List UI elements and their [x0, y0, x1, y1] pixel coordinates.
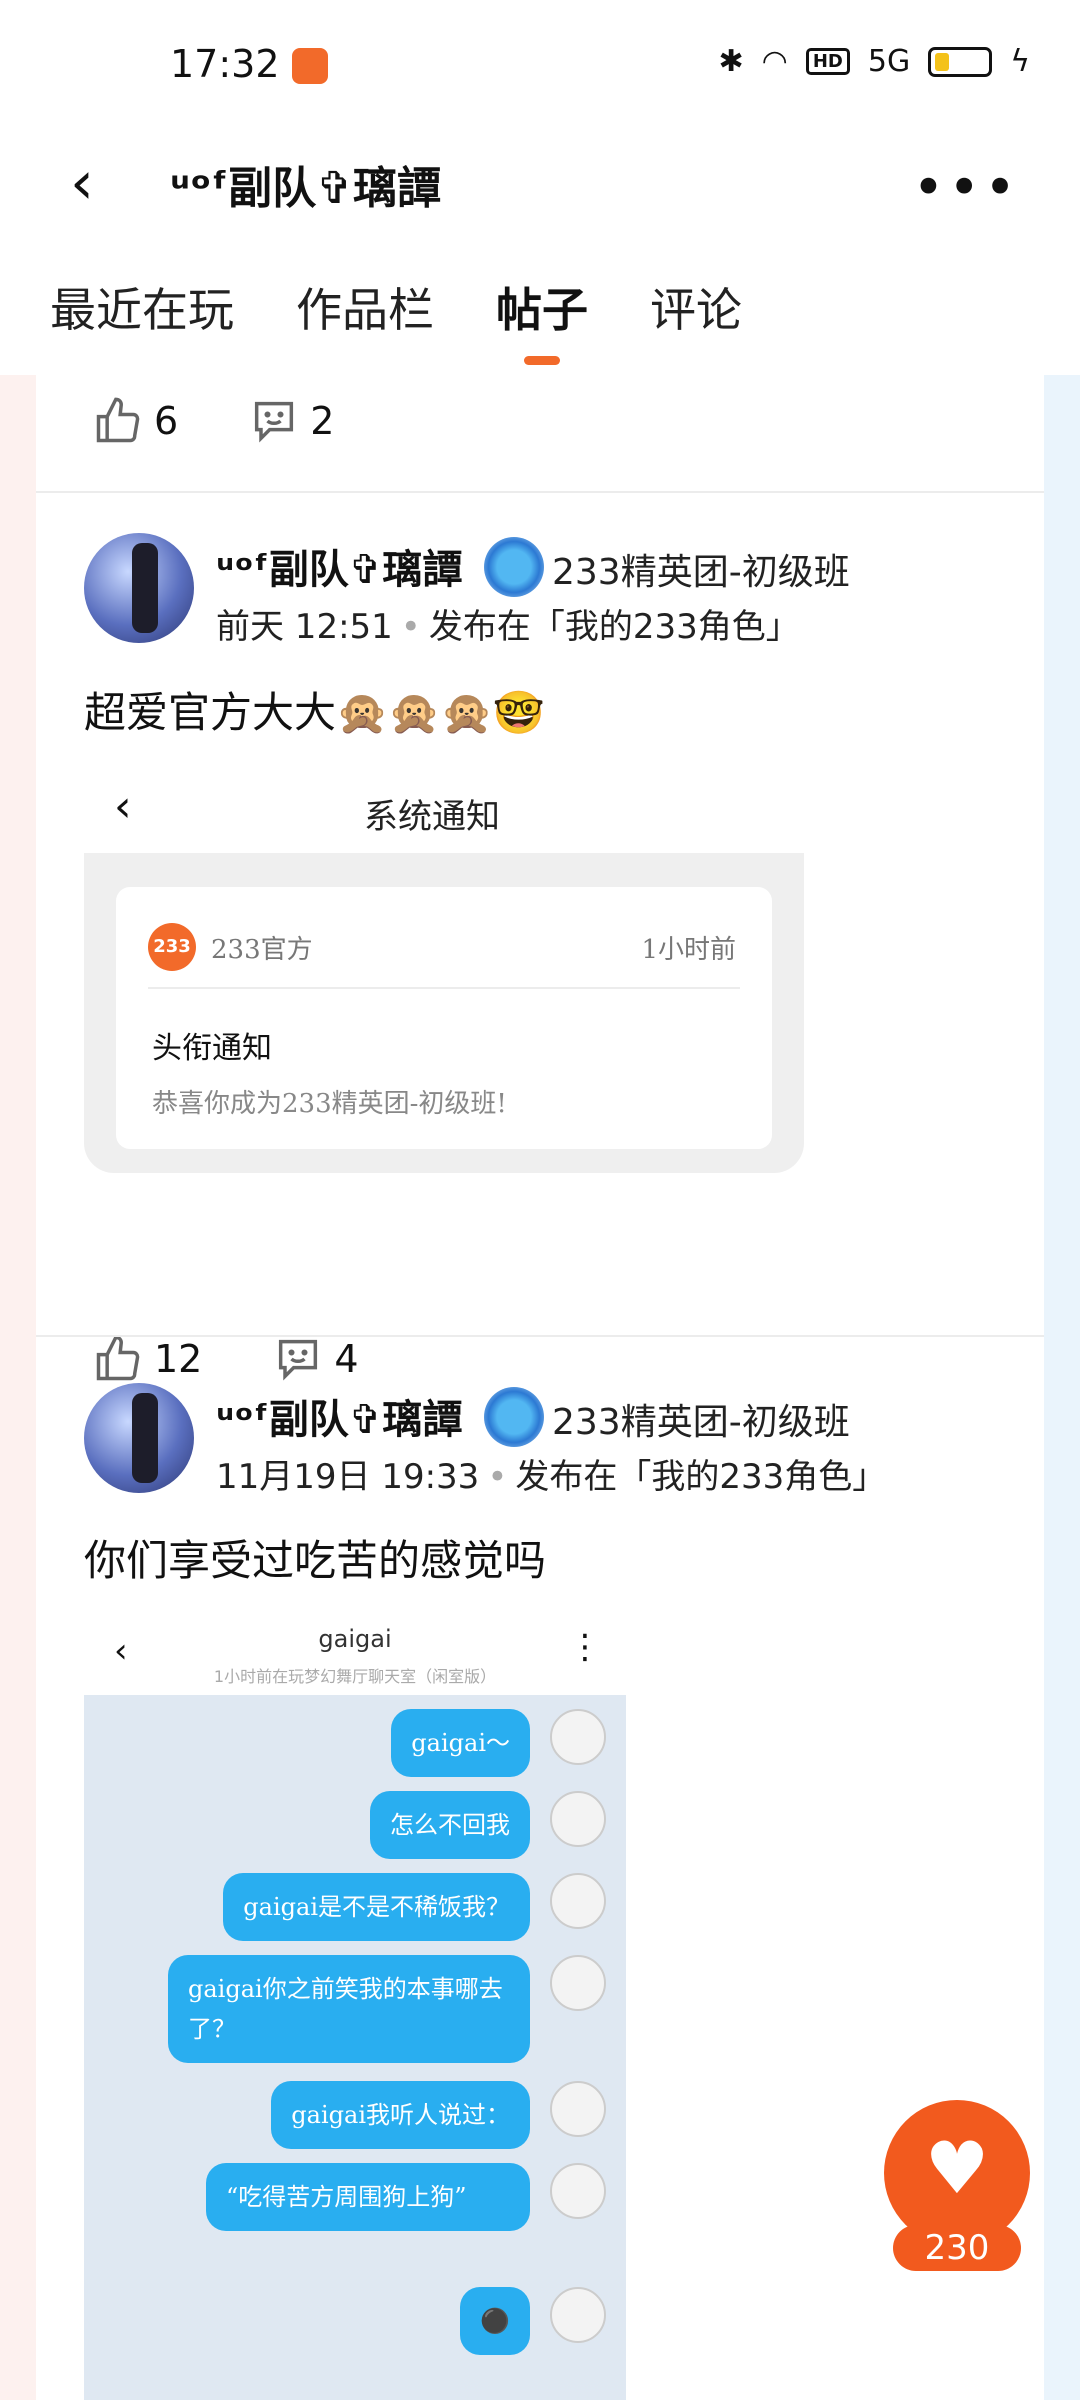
chat-bubble: ⚫ — [460, 2287, 530, 2355]
tab-bar: 最近在玩 作品栏 帖子 评论 — [0, 255, 1080, 375]
more-icon: ••• — [912, 156, 1020, 219]
post-meta: 前天 12:51 • 发布在「我的233角色」 — [216, 607, 800, 647]
notification-heading: 头衔通知 — [152, 1031, 272, 1066]
chat-avatar — [550, 2081, 606, 2137]
battery-icon — [928, 46, 993, 77]
post-time: 前天 12:51 — [216, 607, 393, 647]
logo-233-icon: 233 — [148, 923, 196, 971]
header: ‹ ᵘᵒᶠ副队✞璃譚 ••• — [0, 130, 1080, 240]
chat-bubble: gaigai～ — [391, 1709, 530, 1777]
previous-post-actions: 6 2 — [92, 395, 394, 447]
5g-signal-icon: 5G — [867, 44, 911, 79]
badge-icon — [484, 1387, 544, 1447]
author-name[interactable]: ᵘᵒᶠ副队✞璃譚 — [216, 1387, 462, 1445]
notification-message: 恭喜你成为233精英团-初级班! — [152, 1089, 507, 1119]
badge-label: 233精英团-初级班 — [552, 552, 850, 593]
image-more-icon: ⋮ — [568, 1627, 602, 1667]
status-time: 17:32 — [170, 42, 280, 86]
post-card[interactable]: ᵘᵒᶠ副队✞璃譚 233精英团-初级班 前天 12:51 • 发布在「我的233角色… — [36, 493, 1044, 1381]
chat-subtitle: 1小时前在玩梦幻舞厅聊天室（闲室版） — [213, 1667, 497, 1686]
image-back-icon: ‹ — [114, 781, 132, 832]
notification-time: 1小时前 — [641, 935, 736, 965]
chat-bubble: 怎么不回我 — [370, 1791, 530, 1859]
chat-avatar — [550, 1873, 606, 1929]
tab-recently-played[interactable]: 最近在玩 — [50, 255, 234, 365]
bluetooth-icon: ✱ — [718, 44, 744, 79]
post-image[interactable]: ‹ 系统通知 233 233官方 1小时前 头衔通知 恭喜你成为233精英团-初… — [84, 763, 804, 1213]
chat-avatar — [550, 1709, 606, 1765]
avatar[interactable] — [84, 1383, 194, 1493]
comment-icon[interactable] — [248, 395, 300, 447]
post-image[interactable]: ‹ gaigai 1小时前在玩梦幻舞厅聊天室（闲室版） ⋮ gaigai～ 怎么… — [84, 1605, 626, 2400]
chat-avatar — [550, 2287, 606, 2343]
chat-avatar — [550, 1955, 606, 2011]
like-count: 6 — [154, 399, 179, 443]
chat-bubble: “吃得苦方周围狗上狗” — [206, 2163, 530, 2231]
like-icon[interactable] — [92, 395, 144, 447]
post-location[interactable]: 发布在「我的233角色」 — [515, 1457, 886, 1497]
wifi-icon: ◠ — [761, 44, 788, 79]
post-location[interactable]: 发布在「我的233角色」 — [429, 607, 800, 647]
image-title: 系统通知 — [364, 797, 500, 837]
badge-icon — [484, 537, 544, 597]
tab-comments[interactable]: 评论 — [650, 255, 742, 365]
charging-icon: ϟ — [1010, 44, 1030, 79]
fab-like-count: 230 — [893, 2225, 1021, 2271]
chat-avatar — [550, 2163, 606, 2219]
post-text: 你们享受过吃苦的感觉吗 — [84, 1536, 547, 1585]
chat-avatar — [550, 1791, 606, 1847]
post-card[interactable]: ᵘᵒᶠ副队✞璃譚 233精英团-初级班 11月19日 19:33 • 发布在「我的2… — [36, 1337, 1044, 2400]
post-meta: 11月19日 19:33 • 发布在「我的233角色」 — [216, 1457, 887, 1497]
chat-name: gaigai — [318, 1625, 392, 1653]
chat-bubble: gaigai是不是不稀饭我？ — [223, 1873, 530, 1941]
back-button[interactable]: ‹ — [70, 148, 130, 218]
tab-posts[interactable]: 帖子 — [496, 255, 588, 365]
hd-icon: HD — [805, 48, 850, 75]
status-bar: 17:32 ✱ ◠ HD 5G ϟ — [0, 0, 1080, 130]
author-name[interactable]: ᵘᵒᶠ副队✞璃譚 — [216, 537, 462, 595]
avatar[interactable] — [84, 533, 194, 643]
chat-bubble: gaigai我听人说过： — [271, 2081, 530, 2149]
more-button[interactable]: ••• — [912, 156, 1020, 219]
notification-source: 233官方 — [211, 935, 313, 965]
content-area[interactable]: 6 2 ᵘᵒᶠ副队✞璃譚 233精英团-初级班 前天 12:51 • 发布在「我的2… — [0, 375, 1080, 2400]
status-icons: ✱ ◠ HD 5G ϟ — [719, 44, 1030, 79]
badge-label: 233精英团-初级班 — [552, 1402, 850, 1443]
tab-works[interactable]: 作品栏 — [296, 255, 434, 365]
post-time: 11月19日 19:33 — [216, 1457, 480, 1497]
post-feed: 6 2 ᵘᵒᶠ副队✞璃譚 233精英团-初级班 前天 12:51 • 发布在「我的2… — [36, 375, 1044, 2400]
back-icon: ‹ — [70, 148, 94, 218]
chat-bubble: gaigai你之前笑我的本事哪去了？ — [168, 1955, 530, 2063]
comment-count: 2 — [310, 399, 335, 443]
app-notification-icon — [292, 48, 328, 84]
post-text: 超爱官方大大🙊🙊🙊🤓 — [84, 688, 546, 737]
heart-icon: ♥ — [924, 2126, 990, 2210]
page-title: ᵘᵒᶠ副队✞璃譚 — [170, 163, 441, 214]
notification-card: 233 233官方 1小时前 头衔通知 恭喜你成为233精英团-初级班! — [116, 887, 772, 1149]
